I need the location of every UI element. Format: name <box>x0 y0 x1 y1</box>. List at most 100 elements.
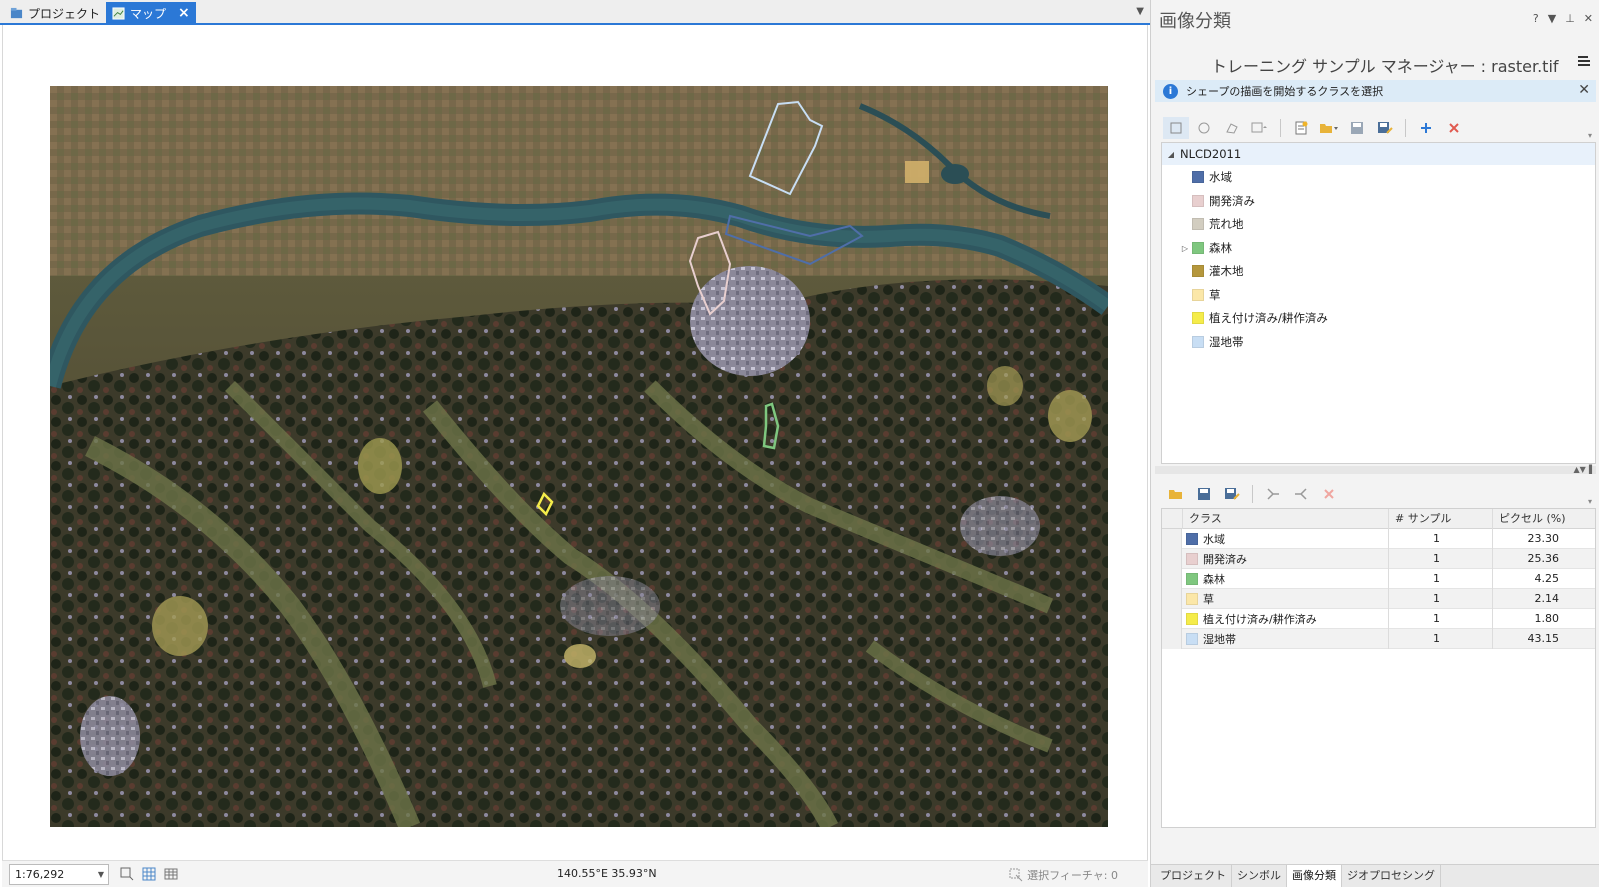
tree-class-cultivated[interactable]: 植え付け済み/耕作済み <box>1162 307 1595 329</box>
toolbar-overflow-icon[interactable]: ▾ <box>1588 131 1592 140</box>
class-swatch <box>1192 336 1204 348</box>
splitter-arrows-icon[interactable]: ▲▼▐ <box>1574 465 1592 474</box>
class-name: 植え付け済み/耕作済み <box>1203 613 1317 626</box>
tree-class-barren[interactable]: 荒れ地 <box>1162 213 1595 235</box>
tab-symbology[interactable]: シンボル <box>1232 865 1287 887</box>
save-samples-button[interactable] <box>1191 483 1217 505</box>
tree-class-developed[interactable]: 開発済み <box>1162 190 1595 212</box>
table-row[interactable]: 植え付け済み/耕作済み 1 1.80 <box>1162 609 1595 629</box>
class-swatch <box>1186 533 1198 545</box>
circle-tool-button[interactable] <box>1191 117 1217 139</box>
tab-list-dropdown-icon[interactable]: ▼ <box>1136 6 1144 17</box>
tree-class-grass[interactable]: 草 <box>1162 284 1595 306</box>
save-samples-as-button[interactable] <box>1219 483 1245 505</box>
sample-drawing-toolbar: ▾ <box>1155 114 1596 142</box>
fixed-zoom-icon[interactable] <box>120 867 134 881</box>
tree-class-water[interactable]: 水域 <box>1162 166 1595 188</box>
row-header[interactable] <box>1162 549 1182 569</box>
column-header-pixels[interactable]: ピクセル (%) <box>1492 509 1597 529</box>
map-canvas[interactable] <box>2 25 1148 860</box>
row-header[interactable] <box>1162 589 1182 609</box>
row-header[interactable] <box>1162 569 1182 589</box>
plus-icon <box>1421 123 1431 133</box>
table-row[interactable]: 開発済み 1 25.36 <box>1162 549 1595 569</box>
tab-project[interactable]: プロジェクト <box>4 2 106 24</box>
save-schema-as-button[interactable] <box>1372 117 1398 139</box>
tab-map[interactable]: マップ × <box>106 2 196 24</box>
close-info-icon[interactable]: ✕ <box>1578 82 1590 98</box>
cell-pixels: 23.30 <box>1492 529 1597 549</box>
delete-samples-button[interactable] <box>1316 483 1342 505</box>
expand-icon[interactable]: ▷ <box>1180 244 1190 253</box>
remove-class-button[interactable] <box>1441 117 1467 139</box>
tab-geoprocessing[interactable]: ジオプロセシング <box>1342 865 1441 887</box>
grid-snap-icon[interactable] <box>142 867 156 881</box>
segment-picker-icon <box>1251 122 1267 133</box>
satellite-raster-image[interactable] <box>50 86 1108 827</box>
class-label: 荒れ地 <box>1209 217 1244 231</box>
class-name: 湿地帯 <box>1203 633 1236 646</box>
column-header-samples[interactable]: # サンプル <box>1388 509 1492 529</box>
save-as-icon <box>1378 122 1393 134</box>
cell-samples: 1 <box>1388 529 1492 549</box>
class-swatch <box>1186 613 1198 625</box>
row-header[interactable] <box>1162 609 1182 629</box>
hamburger-menu-icon[interactable] <box>1577 54 1591 68</box>
row-header[interactable] <box>1162 529 1182 549</box>
row-header-corner <box>1162 509 1182 529</box>
cell-samples: 1 <box>1388 609 1492 629</box>
class-label: 開発済み <box>1209 194 1255 208</box>
view-tab-strip: プロジェクト マップ × ▼ <box>0 0 1150 25</box>
cell-pixels: 43.15 <box>1492 629 1597 649</box>
tab-image-classification[interactable]: 画像分類 <box>1287 865 1342 887</box>
split-samples-button[interactable] <box>1288 483 1314 505</box>
tree-class-forest[interactable]: ▷ 森林 <box>1162 237 1595 259</box>
class-swatch <box>1192 171 1204 183</box>
info-icon: i <box>1163 83 1178 99</box>
cell-class: 植え付け済み/耕作済み <box>1186 609 1384 629</box>
cell-samples: 1 <box>1388 629 1492 649</box>
tree-root-node[interactable]: ◢ NLCD2011 <box>1162 143 1595 165</box>
cell-samples: 1 <box>1388 549 1492 569</box>
tab-project-label: プロジェクト <box>28 6 101 21</box>
tree-class-shrubland[interactable]: 灌木地 <box>1162 260 1595 282</box>
close-pane-icon[interactable]: ✕ <box>1584 12 1593 25</box>
freehand-draw-icon <box>1226 123 1238 134</box>
save-schema-button[interactable] <box>1344 117 1370 139</box>
selected-features-indicator[interactable]: 選択フィーチャ: 0 <box>1009 867 1118 883</box>
collapse-icon[interactable]: ◢ <box>1166 150 1176 159</box>
add-class-button[interactable] <box>1413 117 1439 139</box>
table-row[interactable]: 森林 1 4.25 <box>1162 569 1595 589</box>
open-schema-button[interactable] <box>1316 117 1342 139</box>
close-tab-icon[interactable]: × <box>178 5 190 21</box>
polygon-tool-button[interactable] <box>1163 117 1189 139</box>
row-header[interactable] <box>1162 629 1182 649</box>
image-classification-pane: 画像分類 ? ▼ ⊥ ✕ トレーニング サンプル マネージャー : raster… <box>1150 0 1599 887</box>
delete-x-icon <box>1324 489 1334 499</box>
tree-class-wetlands[interactable]: 湿地帯 <box>1162 331 1595 353</box>
pane-options-icon[interactable]: ▼ <box>1548 12 1556 25</box>
panel-splitter[interactable]: ▲▼▐ <box>1155 465 1596 474</box>
classification-schema-tree: ◢ NLCD2011 水域 開発済み 荒れ地 ▷ 森林 灌木地 草 植え付け済み… <box>1161 142 1596 464</box>
table-row[interactable]: 水域 1 23.30 <box>1162 529 1595 549</box>
merge-icon <box>1267 488 1279 500</box>
class-label: 湿地帯 <box>1209 335 1244 349</box>
cell-class: 湿地帯 <box>1186 629 1384 649</box>
tree-root-label: NLCD2011 <box>1180 147 1242 161</box>
table-row[interactable]: 湿地帯 1 43.15 <box>1162 629 1595 649</box>
freehand-tool-button[interactable] <box>1219 117 1245 139</box>
info-message: シェープの描画を開始するクラスを選択 <box>1186 85 1384 98</box>
select-segment-button[interactable] <box>1247 117 1273 139</box>
merge-samples-button[interactable] <box>1260 483 1286 505</box>
table-row[interactable]: 草 1 2.14 <box>1162 589 1595 609</box>
column-header-class[interactable]: クラス <box>1182 509 1388 529</box>
toolbar-overflow-icon[interactable]: ▾ <box>1588 497 1592 506</box>
tab-project-pane[interactable]: プロジェクト <box>1155 865 1232 887</box>
create-schema-button[interactable] <box>1288 117 1314 139</box>
open-samples-button[interactable] <box>1163 483 1189 505</box>
help-icon[interactable]: ? <box>1533 12 1539 25</box>
table-grid-icon[interactable] <box>164 867 178 881</box>
cell-class: 水域 <box>1186 529 1384 549</box>
pin-icon[interactable]: ⊥ <box>1565 12 1575 25</box>
scale-dropdown[interactable]: 1:76,292 ▼ <box>9 864 109 885</box>
